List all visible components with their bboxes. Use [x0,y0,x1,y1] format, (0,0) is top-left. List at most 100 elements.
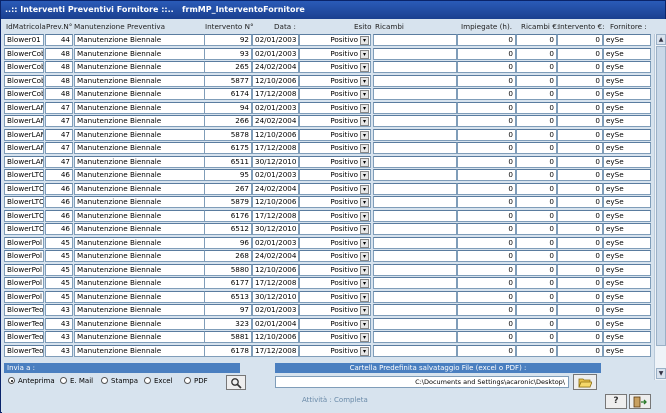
idmatricola-cell[interactable]: BlowerLAM [4,101,44,114]
dropdown-arrow-icon[interactable]: ▾ [360,49,369,59]
intervento-eur-cell[interactable]: 0 [557,47,603,60]
prev-cell[interactable]: 45 [45,250,73,262]
ricambi-cell[interactable] [373,236,457,249]
impiegate-cell[interactable]: 0 [457,182,516,195]
ricambi-cell[interactable] [373,115,457,127]
intervento-cell[interactable]: 6513 [204,290,252,303]
esito-select[interactable]: Positivo ▾ [299,317,371,330]
esito-select[interactable]: Positivo ▾ [299,182,371,195]
ricambi-eur-cell[interactable]: 0 [516,61,557,73]
idmatricola-cell[interactable]: BlowerLTO [4,223,44,235]
impiegate-cell[interactable]: 0 [457,47,516,60]
fornitore-cell[interactable]: eySe [603,182,651,195]
radio-pdf[interactable]: PDF [184,377,208,386]
idmatricola-cell[interactable]: BlowerLTO [4,209,44,222]
dropdown-arrow-icon[interactable]: ▾ [360,279,369,288]
intervento-eur-cell[interactable]: 0 [557,317,603,330]
ricambi-eur-cell[interactable]: 0 [516,34,557,46]
fornitore-cell[interactable]: eySe [603,61,651,73]
ricambi-cell[interactable] [373,277,457,289]
ricambi-eur-cell[interactable]: 0 [516,196,557,208]
radio-excel[interactable]: Excel [144,377,173,386]
esito-select[interactable]: Positivo ▾ [299,142,371,154]
esito-select[interactable]: Positivo ▾ [299,74,371,87]
prev-cell[interactable]: 48 [45,74,73,87]
idmatricola-cell[interactable]: BlowerLTO [4,182,44,195]
scroll-up-icon[interactable]: ▲ [656,34,666,45]
idmatricola-cell[interactable]: BlowerTeo [4,331,44,343]
idmatricola-cell[interactable]: BlowerPol [4,277,44,289]
esito-select[interactable]: Positivo ▾ [299,344,371,357]
dropdown-arrow-icon[interactable]: ▾ [360,130,369,140]
ricambi-eur-cell[interactable]: 0 [516,88,557,100]
dropdown-arrow-icon[interactable]: ▾ [360,252,369,261]
esito-select[interactable]: Positivo ▾ [299,209,371,222]
intervento-cell[interactable]: 267 [204,182,252,195]
ricambi-cell[interactable] [373,290,457,303]
intervento-cell[interactable]: 6177 [204,277,252,289]
dropdown-arrow-icon[interactable]: ▾ [360,144,369,153]
data-cell[interactable]: 02/01/2003 [252,101,299,114]
ricambi-cell[interactable] [373,223,457,235]
ricambi-cell[interactable] [373,196,457,208]
impiegate-cell[interactable]: 0 [457,263,516,276]
intervento-cell[interactable]: 95 [204,169,252,181]
esito-select[interactable]: Positivo ▾ [299,88,371,100]
intervento-cell[interactable]: 6175 [204,142,252,154]
impiegate-cell[interactable]: 0 [457,317,516,330]
data-cell[interactable]: 17/12/2008 [252,88,299,100]
intervento-eur-cell[interactable]: 0 [557,223,603,235]
prev-cell[interactable]: 43 [45,317,73,330]
intervento-eur-cell[interactable]: 0 [557,344,603,357]
intervento-cell[interactable]: 6512 [204,223,252,235]
data-cell[interactable]: 02/01/2003 [252,169,299,181]
prev-cell[interactable]: 45 [45,236,73,249]
data-cell[interactable]: 02/01/2004 [252,317,299,330]
idmatricola-cell[interactable]: BlowerTeo [4,317,44,330]
fornitore-cell[interactable]: eySe [603,88,651,100]
ricambi-eur-cell[interactable]: 0 [516,128,557,141]
ricambi-cell[interactable] [373,169,457,181]
idmatricola-cell[interactable]: BlowerCob [4,61,44,73]
impiegate-cell[interactable]: 0 [457,155,516,168]
ricambi-eur-cell[interactable]: 0 [516,277,557,289]
data-cell[interactable]: 30/12/2010 [252,290,299,303]
prev-cell[interactable]: 43 [45,331,73,343]
intervento-cell[interactable]: 93 [204,47,252,60]
ricambi-eur-cell[interactable]: 0 [516,142,557,154]
prev-cell[interactable]: 47 [45,101,73,114]
data-cell[interactable]: 02/01/2003 [252,47,299,60]
data-cell[interactable]: 30/12/2010 [252,155,299,168]
dropdown-arrow-icon[interactable]: ▾ [360,319,369,329]
data-cell[interactable]: 17/12/2008 [252,277,299,289]
ricambi-cell[interactable] [373,304,457,316]
impiegate-cell[interactable]: 0 [457,223,516,235]
impiegate-cell[interactable]: 0 [457,250,516,262]
ricambi-eur-cell[interactable]: 0 [516,263,557,276]
impiegate-cell[interactable]: 0 [457,196,516,208]
dropdown-arrow-icon[interactable]: ▾ [360,90,369,99]
prev-cell[interactable]: 45 [45,290,73,303]
prev-cell[interactable]: 47 [45,115,73,127]
data-cell[interactable]: 24/02/2004 [252,61,299,73]
intervento-cell[interactable]: 323 [204,317,252,330]
esito-select[interactable]: Positivo ▾ [299,196,371,208]
fornitore-cell[interactable]: eySe [603,169,651,181]
ricambi-eur-cell[interactable]: 0 [516,290,557,303]
intervento-cell[interactable]: 6178 [204,344,252,357]
impiegate-cell[interactable]: 0 [457,331,516,343]
preview-button[interactable] [226,375,246,390]
intervento-eur-cell[interactable]: 0 [557,155,603,168]
intervento-eur-cell[interactable]: 0 [557,277,603,289]
impiegate-cell[interactable]: 0 [457,74,516,87]
dropdown-arrow-icon[interactable]: ▾ [360,346,369,356]
ricambi-eur-cell[interactable]: 0 [516,115,557,127]
prev-cell[interactable]: 48 [45,47,73,60]
idmatricola-cell[interactable]: BlowerLTO [4,196,44,208]
idmatricola-cell[interactable]: BlowerPol [4,236,44,249]
intervento-eur-cell[interactable]: 0 [557,115,603,127]
ricambi-cell[interactable] [373,250,457,262]
esito-select[interactable]: Positivo ▾ [299,61,371,73]
intervento-cell[interactable]: 265 [204,61,252,73]
esito-select[interactable]: Positivo ▾ [299,290,371,303]
